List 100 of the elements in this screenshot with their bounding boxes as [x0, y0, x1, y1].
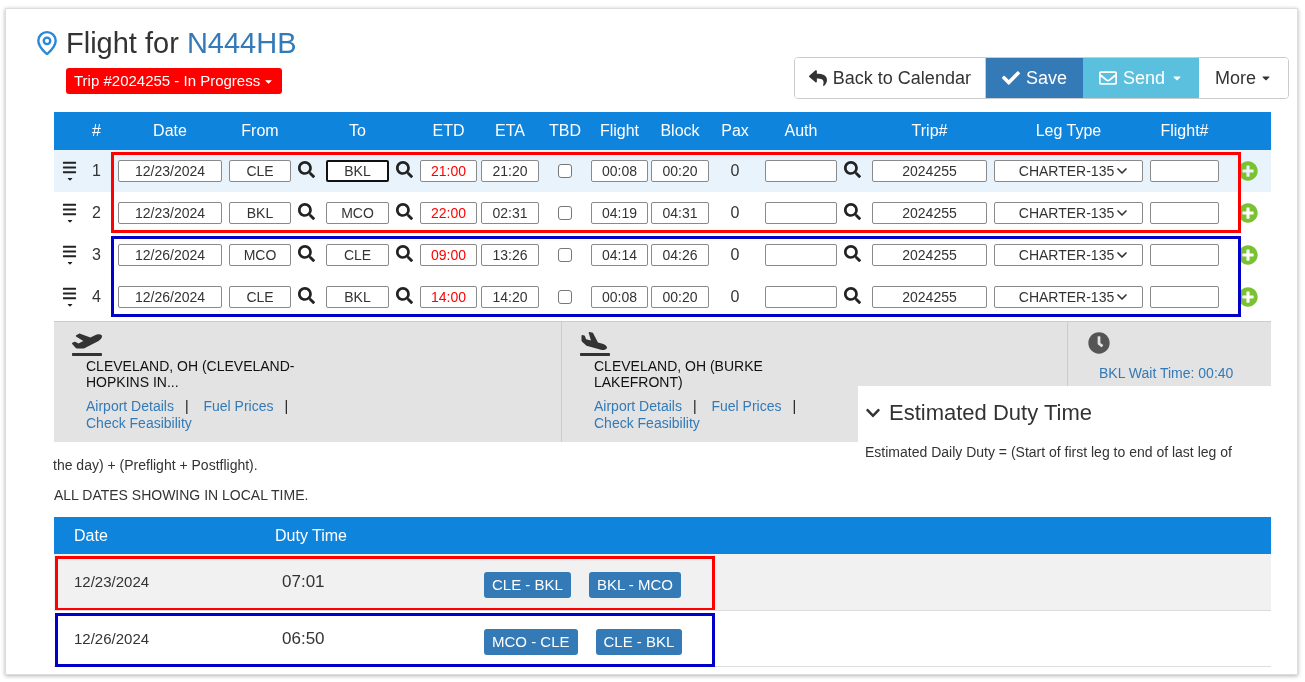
- drag-handle-icon[interactable]: [62, 201, 77, 225]
- link-separator: |: [792, 398, 797, 414]
- tbd-checkbox[interactable]: [558, 206, 572, 220]
- reply-arrow-icon: [808, 69, 827, 87]
- trip-number-field[interactable]: 2024255: [872, 244, 987, 266]
- airport-link[interactable]: Check Feasibility: [86, 415, 192, 431]
- leg-route-tag[interactable]: MCO - CLE: [484, 629, 578, 655]
- search-icon[interactable]: [844, 161, 861, 178]
- leg-type-select[interactable]: CHARTER-135: [994, 160, 1143, 182]
- etd-field[interactable]: 09:00: [420, 244, 477, 266]
- to-field[interactable]: CLE: [326, 244, 389, 266]
- flight-number-field[interactable]: [1150, 286, 1219, 308]
- leg-number: 4: [92, 287, 101, 307]
- column-header: ETA: [494, 121, 526, 141]
- drag-handle-icon[interactable]: [62, 285, 77, 309]
- etd-field[interactable]: 22:00: [420, 202, 477, 224]
- block-time-field[interactable]: 04:26: [651, 244, 709, 266]
- leg-number: 3: [92, 245, 101, 265]
- search-icon[interactable]: [298, 161, 315, 178]
- block-time-field[interactable]: 04:31: [651, 202, 709, 224]
- pax-count: 0: [730, 161, 740, 181]
- plane-takeoff-icon: [72, 332, 102, 356]
- flight-time-field[interactable]: 00:08: [591, 160, 648, 182]
- duty-section-toggle[interactable]: Estimated Duty Time: [865, 396, 1092, 429]
- drag-handle-icon[interactable]: [62, 243, 77, 267]
- airport-link[interactable]: Airport Details: [594, 398, 682, 414]
- from-field[interactable]: MCO: [229, 244, 291, 266]
- search-icon[interactable]: [298, 245, 315, 262]
- auth-field[interactable]: [765, 244, 837, 266]
- trip-number-field[interactable]: 2024255: [872, 160, 987, 182]
- leg-type-select[interactable]: CHARTER-135: [994, 244, 1143, 266]
- search-icon[interactable]: [396, 245, 413, 262]
- drag-handle-icon[interactable]: [62, 159, 77, 183]
- block-time-field[interactable]: 00:20: [651, 286, 709, 308]
- add-leg-icon[interactable]: [1238, 245, 1258, 265]
- flight-time-field[interactable]: 04:14: [591, 244, 648, 266]
- search-icon[interactable]: [396, 203, 413, 220]
- leg-route-tag[interactable]: CLE - BKL: [595, 629, 683, 655]
- tbd-checkbox[interactable]: [558, 290, 572, 304]
- column-header: #: [91, 121, 102, 141]
- leg-route-tag[interactable]: CLE - BKL: [484, 572, 571, 598]
- airport-link[interactable]: Fuel Prices: [203, 398, 274, 414]
- to-field[interactable]: MCO: [326, 202, 389, 224]
- back-to-calendar-button[interactable]: Back to Calendar: [794, 58, 986, 98]
- flight-time-field[interactable]: 00:08: [591, 286, 648, 308]
- column-header: From: [240, 121, 280, 141]
- eta-field[interactable]: 02:31: [481, 202, 539, 224]
- link-separator: |: [692, 398, 697, 414]
- pax-count: 0: [730, 203, 740, 223]
- date-field[interactable]: 12/26/2024: [118, 286, 222, 308]
- airport-name: CLEVELAND, OH (BURKE LAKEFRONT): [594, 358, 764, 390]
- column-header: Flight#: [1159, 121, 1210, 141]
- search-icon[interactable]: [298, 203, 315, 220]
- column-header: ETD: [431, 121, 466, 141]
- trip-number-field[interactable]: 2024255: [872, 202, 987, 224]
- column-header: Flight: [598, 121, 641, 141]
- search-icon[interactable]: [396, 161, 413, 178]
- tbd-checkbox[interactable]: [558, 248, 572, 262]
- date-field[interactable]: 12/26/2024: [118, 244, 222, 266]
- leg-type-select[interactable]: CHARTER-135: [994, 202, 1143, 224]
- eta-field[interactable]: 21:20: [481, 160, 539, 182]
- date-field[interactable]: 12/23/2024: [118, 202, 222, 224]
- auth-field[interactable]: [765, 160, 837, 182]
- etd-field[interactable]: 21:00: [420, 160, 477, 182]
- eta-field[interactable]: 14:20: [481, 286, 539, 308]
- flight-time-field[interactable]: 04:19: [591, 202, 648, 224]
- flight-number-field[interactable]: [1150, 244, 1219, 266]
- etd-field[interactable]: 14:00: [420, 286, 477, 308]
- auth-field[interactable]: [765, 286, 837, 308]
- from-field[interactable]: CLE: [229, 286, 291, 308]
- from-field[interactable]: BKL: [229, 202, 291, 224]
- eta-field[interactable]: 13:26: [481, 244, 539, 266]
- search-icon[interactable]: [298, 287, 315, 304]
- trip-status-dropdown[interactable]: Trip #2024255 - In Progress: [66, 68, 283, 94]
- search-icon[interactable]: [844, 245, 861, 262]
- search-icon[interactable]: [396, 287, 413, 304]
- auth-field[interactable]: [765, 202, 837, 224]
- airport-link[interactable]: Airport Details: [86, 398, 174, 414]
- link-separator: |: [284, 398, 289, 414]
- airport-link[interactable]: Check Feasibility: [594, 415, 700, 431]
- leg-row[interactable]: 1 12/23/2024 CLE BKL 21:00 21:20 00:08 00:20 0 2024255 CHARTER-135: [54, 150, 1271, 192]
- block-time-field[interactable]: 00:20: [651, 160, 709, 182]
- link-separator: |: [184, 398, 189, 414]
- trip-number-field[interactable]: 2024255: [872, 286, 987, 308]
- local-time-note: ALL DATES SHOWING IN LOCAL TIME.: [54, 486, 310, 505]
- to-field[interactable]: BKL: [326, 160, 389, 182]
- to-field[interactable]: BKL: [326, 286, 389, 308]
- save-button[interactable]: Save: [985, 58, 1083, 98]
- add-leg-icon[interactable]: [1238, 287, 1258, 307]
- airport-link[interactable]: Fuel Prices: [711, 398, 782, 414]
- search-icon[interactable]: [844, 203, 861, 220]
- flight-number-field[interactable]: [1150, 202, 1219, 224]
- search-icon[interactable]: [844, 287, 861, 304]
- flight-number-field[interactable]: [1150, 160, 1219, 182]
- duty-date: 12/23/2024: [73, 572, 151, 592]
- leg-type-select[interactable]: CHARTER-135: [994, 286, 1143, 308]
- from-field[interactable]: CLE: [229, 160, 291, 182]
- date-field[interactable]: 12/23/2024: [118, 160, 222, 182]
- leg-route-tag[interactable]: BKL - MCO: [588, 572, 681, 598]
- tbd-checkbox[interactable]: [558, 164, 572, 178]
